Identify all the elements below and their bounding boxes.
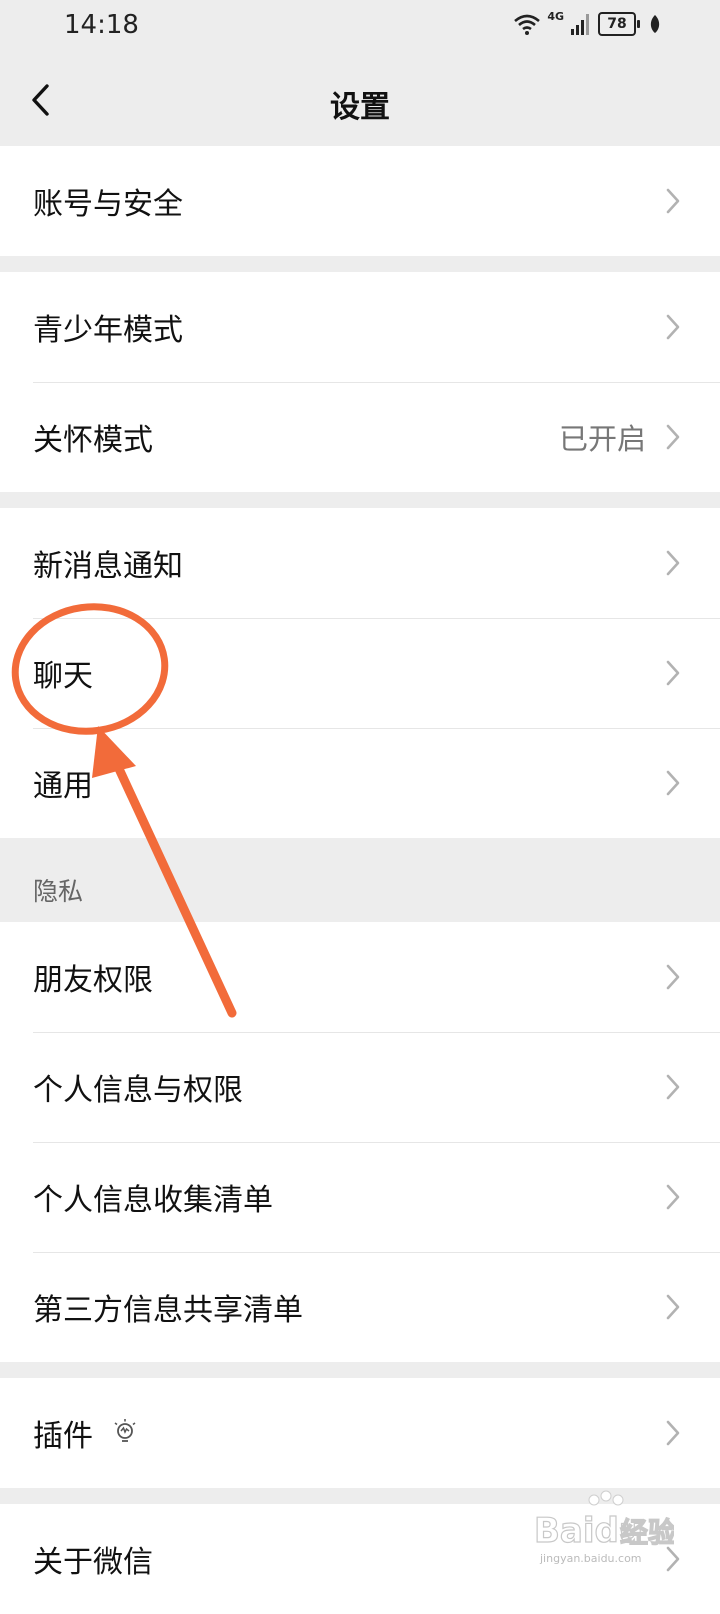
signal-icon [571, 14, 589, 35]
settings-item-label: 朋友权限 [33, 963, 153, 998]
group-general: 新消息通知 聊天 通用 [0, 508, 720, 838]
chevron-right-icon [666, 964, 680, 990]
chevron-right-icon [666, 188, 680, 214]
page-title: 设置 [330, 90, 390, 125]
settings-item-notifications[interactable]: 新消息通知 [0, 508, 720, 618]
navigation-bar: 设置 [0, 54, 720, 146]
settings-item-plugins[interactable]: 插件 [0, 1378, 720, 1488]
baidu-watermark: Baidu 经验 jingyan.baidu.com [534, 1490, 674, 1565]
lightbulb-icon [114, 1419, 136, 1442]
settings-item-chat[interactable]: 聊天 [0, 618, 720, 728]
status-bar: 14:18 4G 78 [0, 0, 720, 54]
settings-item-care-mode[interactable]: 关怀模式 已开启 [0, 382, 720, 492]
group-account: 账号与安全 [0, 146, 720, 256]
chevron-right-icon [666, 314, 680, 340]
svg-text:jingyan.baidu.com: jingyan.baidu.com [539, 1552, 642, 1565]
chevron-right-icon [666, 1184, 680, 1210]
settings-item-label: 第三方信息共享清单 [33, 1293, 303, 1328]
settings-item-friend-permissions[interactable]: 朋友权限 [0, 922, 720, 1032]
section-title: 隐私 [33, 877, 84, 906]
chevron-right-icon [666, 1074, 680, 1100]
chevron-right-icon [666, 1294, 680, 1320]
settings-item-info-collection-list[interactable]: 个人信息收集清单 [0, 1142, 720, 1252]
section-header-privacy: 隐私 [0, 836, 720, 922]
group-modes: 青少年模式 关怀模式 已开启 [0, 272, 720, 492]
settings-item-third-party-sharing-list[interactable]: 第三方信息共享清单 [0, 1252, 720, 1362]
settings-item-general[interactable]: 通用 [0, 728, 720, 838]
group-plugins: 插件 [0, 1378, 720, 1488]
svg-text:经验: 经验 [620, 1516, 674, 1549]
settings-item-label: 个人信息与权限 [33, 1073, 243, 1108]
settings-item-account-security[interactable]: 账号与安全 [0, 146, 720, 256]
chevron-right-icon [666, 770, 680, 796]
network-type: 4G [547, 9, 564, 23]
settings-item-label: 关于微信 [33, 1545, 153, 1580]
settings-item-label: 个人信息收集清单 [33, 1183, 273, 1218]
chevron-right-icon [666, 550, 680, 576]
settings-item-label: 关怀模式 [33, 423, 153, 458]
settings-item-value: 已开启 [558, 422, 646, 456]
battery-indicator: 78 [598, 12, 640, 36]
status-time: 14:18 [64, 10, 139, 40]
settings-item-label: 插件 [33, 1419, 93, 1454]
group-privacy: 朋友权限 个人信息与权限 个人信息收集清单 第三方信息共享清单 [0, 922, 720, 1362]
chevron-right-icon [666, 1420, 680, 1446]
status-icons: 4G 78 [513, 9, 662, 36]
chevron-right-icon [666, 660, 680, 686]
settings-item-label: 青少年模式 [33, 313, 183, 348]
settings-item-label: 账号与安全 [33, 187, 183, 222]
settings-item-label: 聊天 [33, 659, 93, 694]
settings-item-personal-info-permissions[interactable]: 个人信息与权限 [0, 1032, 720, 1142]
settings-item-youth-mode[interactable]: 青少年模式 [0, 272, 720, 382]
wifi-icon [514, 14, 541, 35]
settings-item-label: 新消息通知 [33, 549, 183, 584]
settings-item-label: 通用 [33, 769, 93, 804]
leaf-icon [650, 15, 660, 33]
chevron-right-icon [666, 424, 680, 450]
